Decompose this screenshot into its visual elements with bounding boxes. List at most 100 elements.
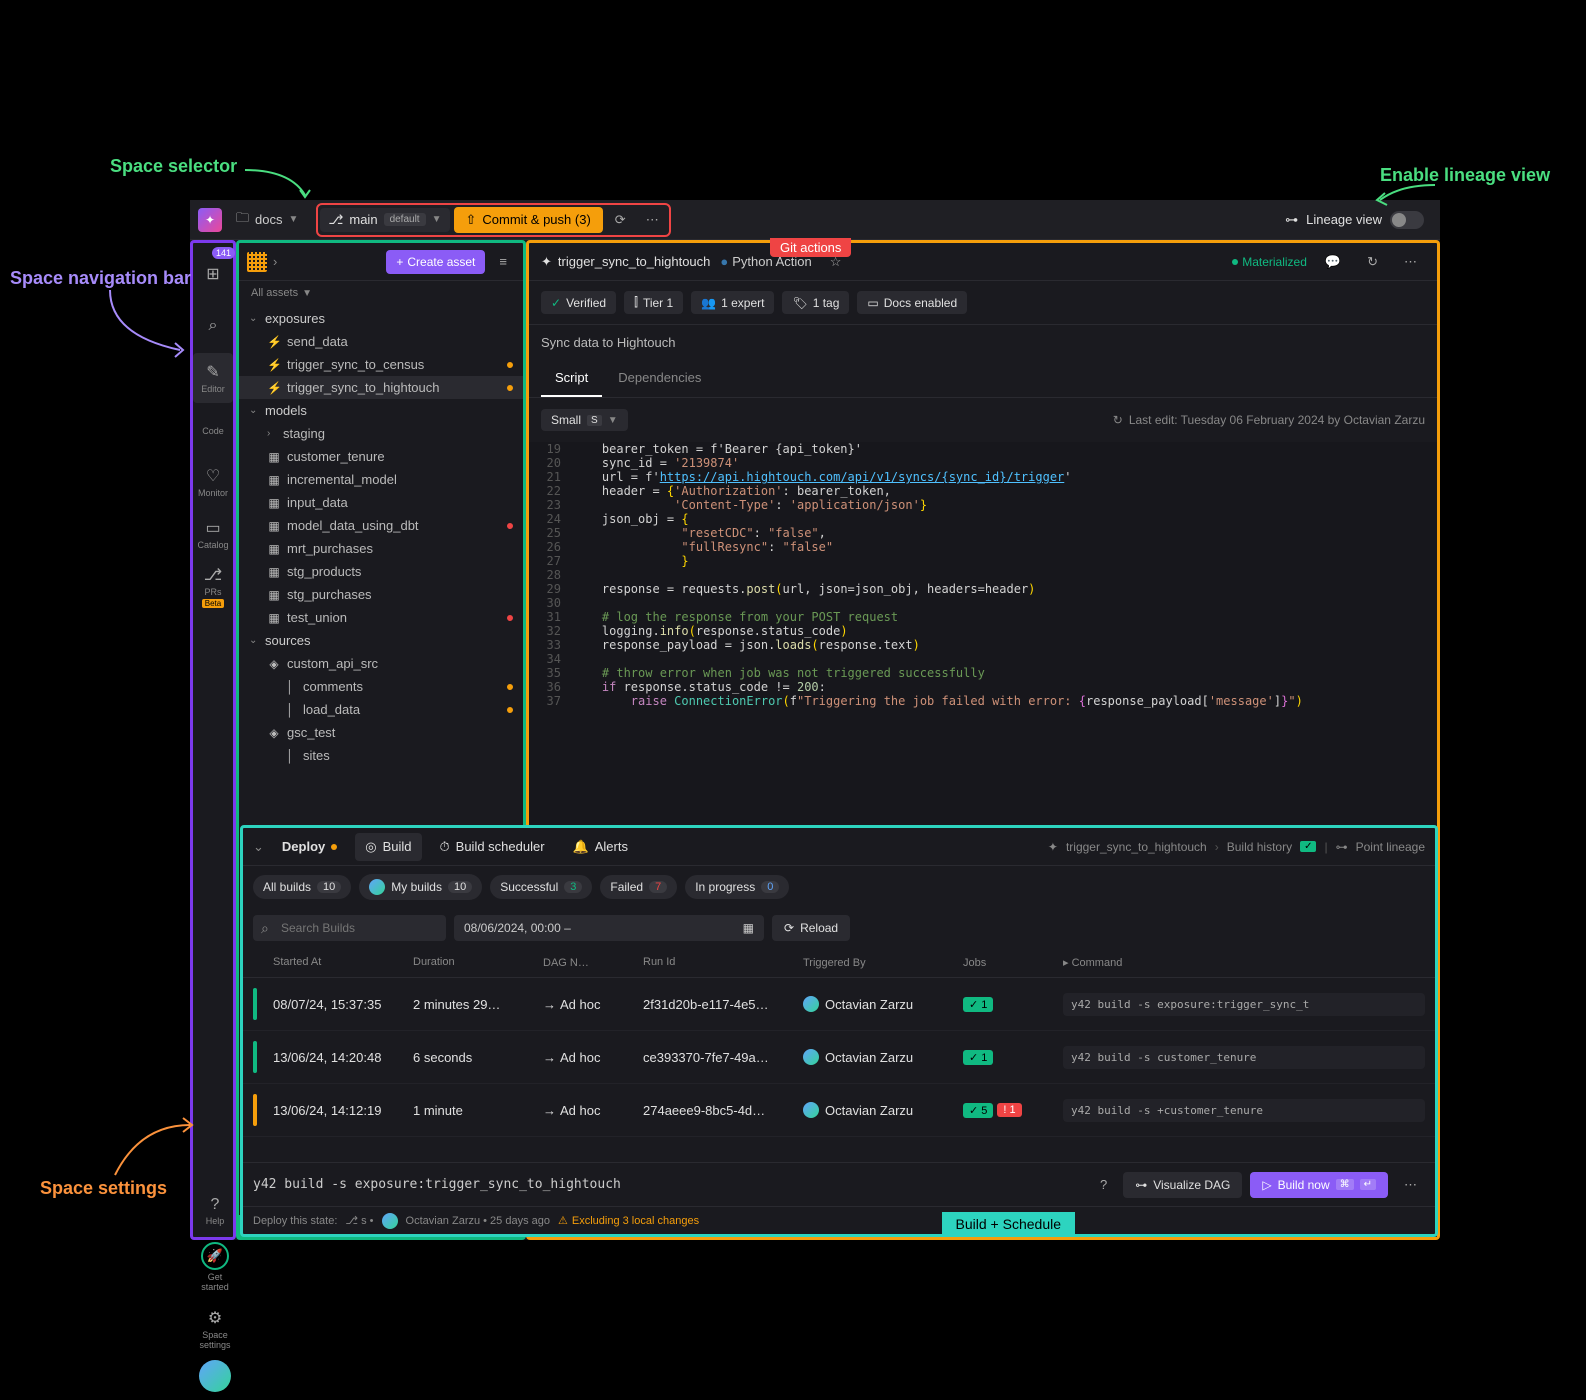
code-line-28[interactable]: 28 [529, 568, 1437, 582]
create-asset-button[interactable]: + Create asset [386, 250, 485, 274]
filter-successful[interactable]: Successful3 [490, 875, 592, 899]
tree-folder-exposures[interactable]: ⌄exposures [239, 307, 523, 330]
tree-subfolder-staging[interactable]: ›staging [239, 422, 523, 445]
code-line-33[interactable]: 33 response_payload = json.loads(respons… [529, 638, 1437, 652]
commit-push-button[interactable]: ⇧ Commit & push (3) [454, 207, 603, 233]
nav-item-Monitor[interactable]: ♡Monitor [193, 457, 233, 507]
tree-folder-sources[interactable]: ⌄sources [239, 629, 523, 652]
tree-item-test_union[interactable]: ▦test_union [239, 606, 523, 629]
tree-item-send_data[interactable]: ⚡send_data [239, 330, 523, 353]
date-range-input[interactable]: 08/06/2024, 00:00 – ▦ [454, 915, 764, 941]
code-line-22[interactable]: 22 header = {'Authorization': bearer_tok… [529, 484, 1437, 498]
tree-item-customer_tenure[interactable]: ▦customer_tenure [239, 445, 523, 468]
nav-item-Catalog[interactable]: ▭Catalog [193, 509, 233, 559]
tree-item-trigger_sync_to_census[interactable]: ⚡trigger_sync_to_census [239, 353, 523, 376]
help-button[interactable]: ? [1092, 1173, 1115, 1196]
tree-item-comments[interactable]: │comments [239, 675, 523, 698]
tag-1-expert[interactable]: 👥1 expert [691, 291, 774, 314]
logo[interactable]: ✦ [198, 208, 222, 232]
more-button[interactable]: ⋯ [1396, 250, 1425, 274]
code-line-31[interactable]: 31 # log the response from your POST req… [529, 610, 1437, 624]
col-header[interactable]: Duration [413, 956, 543, 969]
code-line-32[interactable]: 32 logging.info(response.status_code) [529, 624, 1437, 638]
build-tab[interactable]: ◎ Build [355, 833, 421, 861]
code-line-36[interactable]: 36 if response.status_code != 200: [529, 680, 1437, 694]
tree-item-load_data[interactable]: │load_data [239, 698, 523, 721]
filter-failed[interactable]: Failed7 [600, 875, 677, 899]
table-row[interactable]: 13/06/24, 14:12:19 1 minute → Ad hoc 274… [243, 1084, 1435, 1137]
col-header[interactable]: ▸ Command [1063, 956, 1425, 969]
filter-in-progress[interactable]: In progress0 [685, 875, 789, 899]
tree-item-sites[interactable]: │sites [239, 744, 523, 767]
filter-all-builds[interactable]: All builds10 [253, 875, 351, 899]
tree-item-custom_api_src[interactable]: ◈custom_api_src [239, 652, 523, 675]
code-line-20[interactable]: 20 sync_id = '2139874' [529, 456, 1437, 470]
asset-filter[interactable]: All assets ▼ [239, 281, 523, 305]
code-line-35[interactable]: 35 # throw error when job was not trigge… [529, 666, 1437, 680]
nav-item-0[interactable]: ⊞141 [193, 249, 233, 299]
branch-selector[interactable]: ⎇ main default ▼ [320, 208, 449, 232]
col-header[interactable]: Triggered By [803, 956, 963, 969]
bc-asset[interactable]: trigger_sync_to_hightouch [1066, 840, 1207, 854]
code-line-23[interactable]: 23 'Content-Type': 'application/json'} [529, 498, 1437, 512]
tree-item-input_data[interactable]: ▦input_data [239, 491, 523, 514]
build-now-button[interactable]: ▷ Build now ⌘ ↵ [1250, 1172, 1388, 1198]
code-line-34[interactable]: 34 [529, 652, 1437, 666]
tree-item-gsc_test[interactable]: ◈gsc_test [239, 721, 523, 744]
tree-folder-models[interactable]: ⌄models [239, 399, 523, 422]
col-header[interactable]: Run Id [643, 956, 803, 969]
nav-item-1[interactable]: ⌕ [193, 301, 233, 351]
code-line-29[interactable]: 29 response = requests.post(url, json=js… [529, 582, 1437, 596]
code-line-19[interactable]: 19 bearer_token = f'Bearer {api_token}' [529, 442, 1437, 456]
history-button[interactable]: ↻ [1359, 250, 1386, 274]
code-line-24[interactable]: 24 json_obj = { [529, 512, 1437, 526]
bc-history[interactable]: Build history [1227, 840, 1292, 854]
user-avatar[interactable] [199, 1360, 231, 1392]
tab-dependencies[interactable]: Dependencies [604, 360, 715, 397]
size-selector[interactable]: Small S ▼ [541, 409, 628, 431]
grid-icon[interactable] [247, 252, 267, 272]
nav-item-PRs[interactable]: ⎇PRsBeta [193, 561, 233, 611]
alerts-tab[interactable]: 🔔 Alerts [563, 833, 638, 861]
visualize-dag-button[interactable]: ⊶ Visualize DAG [1123, 1172, 1242, 1198]
toggle-switch[interactable] [1390, 211, 1424, 229]
tab-script[interactable]: Script [541, 360, 602, 397]
command-input[interactable]: y42 build -s exposure:trigger_sync_to_hi… [253, 1177, 1084, 1192]
search-input[interactable] [253, 915, 446, 941]
space-settings-button[interactable]: ⚙ Space settings [195, 1302, 235, 1356]
col-header[interactable]: Started At [273, 956, 413, 969]
tag-docs-enabled[interactable]: ▭Docs enabled [857, 291, 967, 314]
list-toggle[interactable]: ≡ [491, 250, 515, 273]
nav-item-Code[interactable]: Code [193, 405, 233, 455]
code-line-37[interactable]: 37 raise ConnectionError(f"Triggering th… [529, 694, 1437, 708]
more-button[interactable]: ⋯ [638, 208, 667, 232]
tree-item-incremental_model[interactable]: ▦incremental_model [239, 468, 523, 491]
table-row[interactable]: 13/06/24, 14:20:48 6 seconds → Ad hoc ce… [243, 1031, 1435, 1084]
chat-button[interactable]: 💬 [1317, 250, 1349, 274]
excluding-changes[interactable]: ⚠ Excluding 3 local changes [558, 1214, 699, 1227]
space-selector[interactable]: 🗀 docs ▼ [226, 205, 308, 235]
tag-1-tag[interactable]: 🏷1 tag [782, 291, 849, 314]
nav-item-Editor[interactable]: ✎Editor [193, 353, 233, 403]
tree-item-stg_purchases[interactable]: ▦stg_purchases [239, 583, 523, 606]
code-line-30[interactable]: 30 [529, 596, 1437, 610]
col-header[interactable]: DAG N… [543, 956, 643, 969]
code-line-26[interactable]: 26 "fullResync": "false" [529, 540, 1437, 554]
tag-verified[interactable]: ✓Verified [541, 291, 616, 314]
chevron-down-icon[interactable]: ⌄ [253, 839, 264, 855]
help-button[interactable]: ? Help [195, 1190, 235, 1232]
more-button[interactable]: ⋯ [1396, 1173, 1425, 1197]
bc-lineage[interactable]: Point lineage [1356, 840, 1425, 854]
col-header[interactable]: Jobs [963, 956, 1063, 969]
code-line-21[interactable]: 21 url = f'https://api.hightouch.com/api… [529, 470, 1437, 484]
filter-my-builds[interactable]: My builds10 [359, 874, 482, 900]
scheduler-tab[interactable]: ⏱ Build scheduler [430, 833, 555, 861]
tree-item-trigger_sync_to_hightouch[interactable]: ⚡trigger_sync_to_hightouch [239, 376, 523, 399]
tag-tier-1[interactable]: ⫿Tier 1 [624, 291, 683, 314]
tree-item-model_data_using_dbt[interactable]: ▦model_data_using_dbt [239, 514, 523, 537]
code-line-25[interactable]: 25 "resetCDC": "false", [529, 526, 1437, 540]
table-row[interactable]: 08/07/24, 15:37:35 2 minutes 29… → Ad ho… [243, 978, 1435, 1031]
get-started-button[interactable]: 🚀 Get started [195, 1236, 235, 1298]
code-line-27[interactable]: 27 } [529, 554, 1437, 568]
reload-button[interactable]: ⟳ Reload [772, 915, 850, 941]
